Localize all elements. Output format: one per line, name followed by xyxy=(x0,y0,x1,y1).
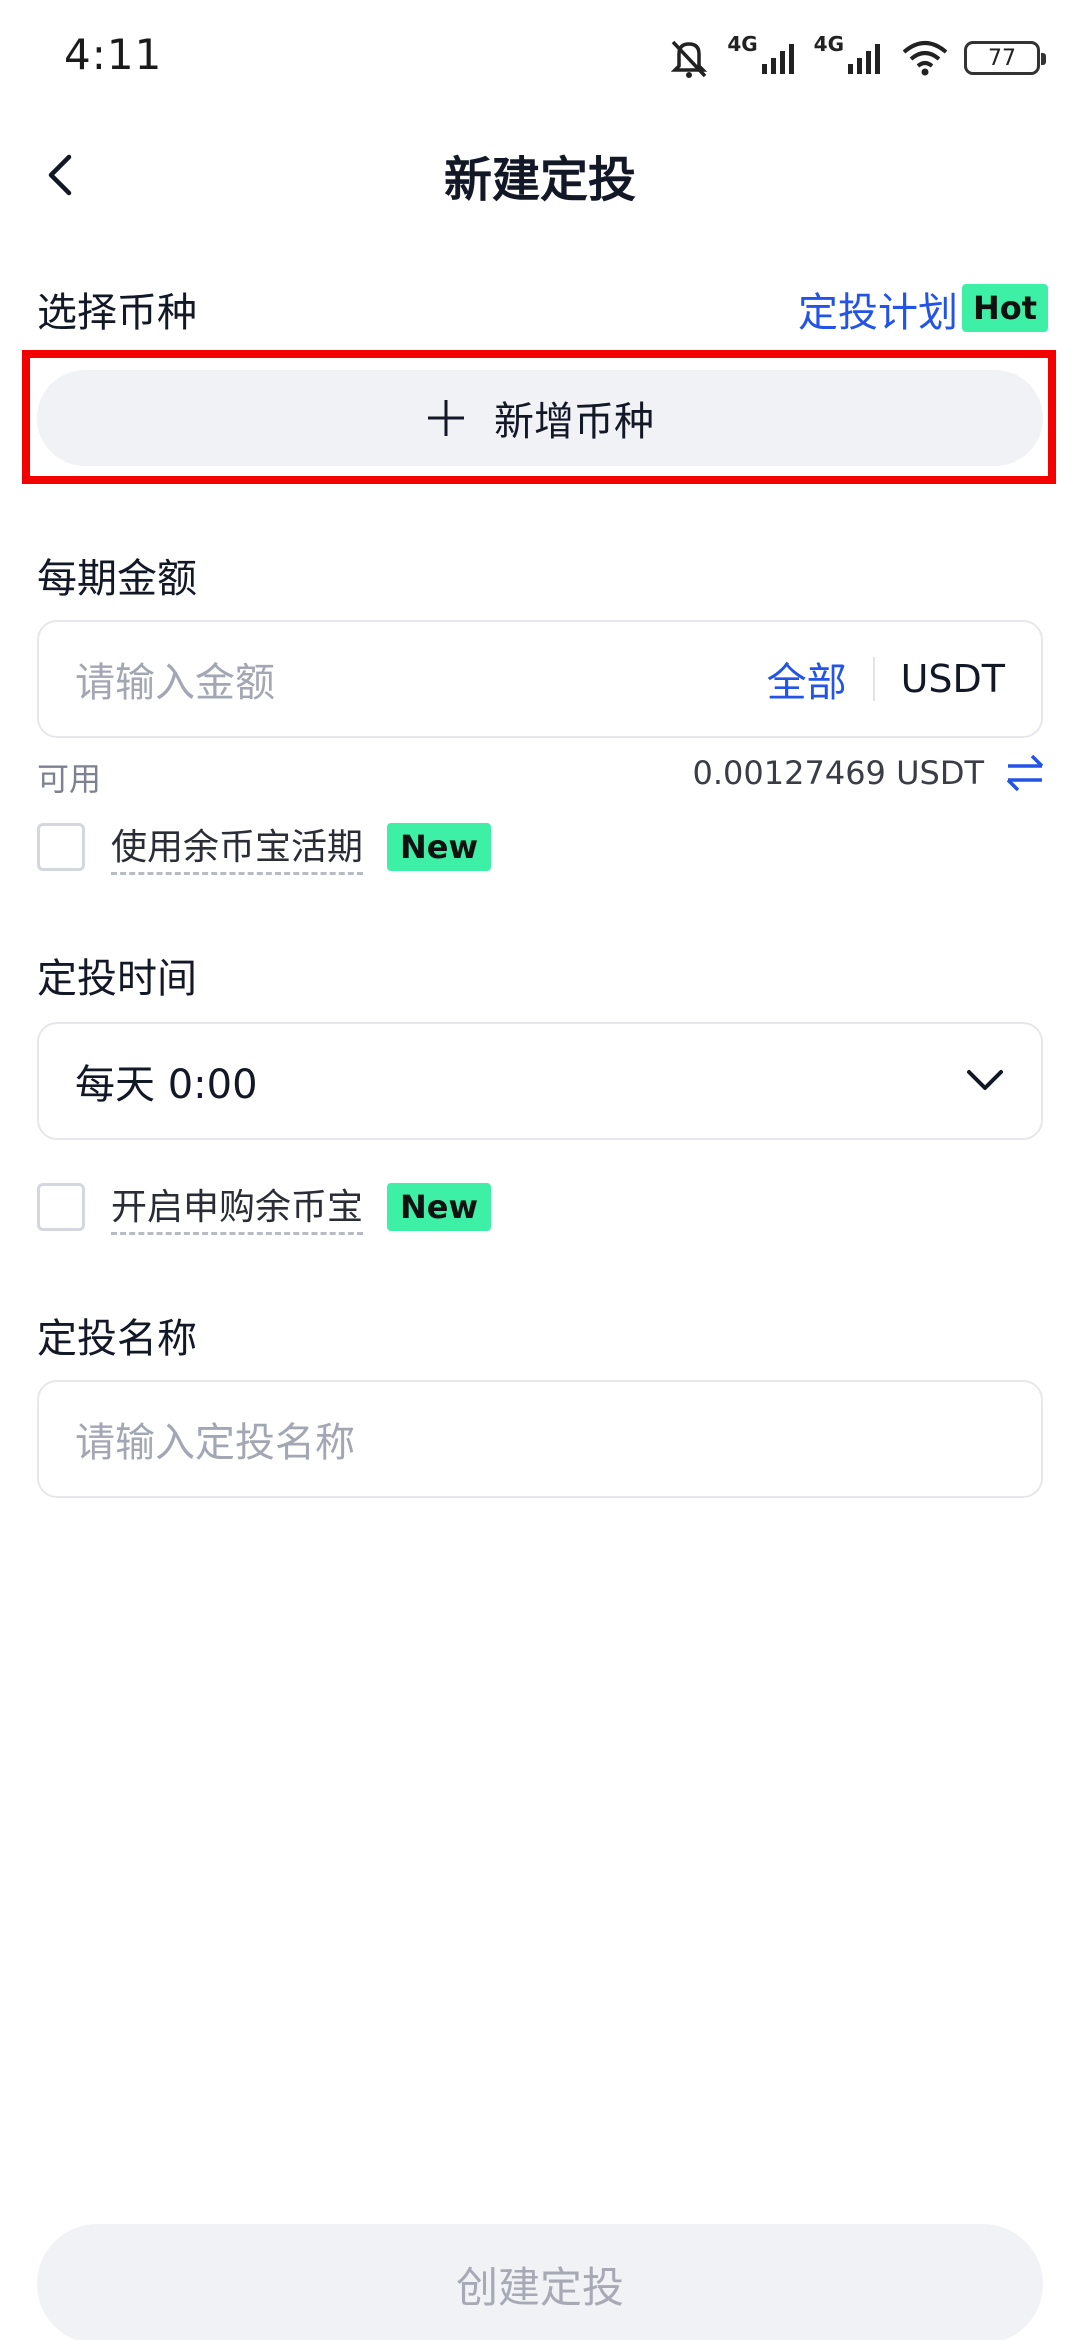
schedule-dropdown[interactable]: 每天 0:00 xyxy=(37,1022,1043,1140)
time-section-label: 定投时间 xyxy=(37,956,197,1002)
new-badge: New xyxy=(387,822,492,871)
subscribe-row[interactable]: 开启申购余币宝 New xyxy=(37,1178,492,1235)
divider xyxy=(872,657,875,701)
plan-name-placeholder: 请输入定投名称 xyxy=(75,1420,355,1466)
status-icons: 4G 4G 77 xyxy=(665,30,1046,86)
currency-label: USDT xyxy=(900,657,1005,701)
available-balance: 0.00127469 USDT xyxy=(692,754,985,792)
signal-icon-2 xyxy=(848,44,880,74)
battery-icon: 77 xyxy=(964,41,1046,75)
network-type-2: 4G xyxy=(813,32,844,56)
page-title: 新建定投 xyxy=(443,152,636,208)
hot-badge: Hot xyxy=(962,284,1048,332)
schedule-value: 每天 0:00 xyxy=(75,1062,258,1108)
use-savings-label: 使用余币宝活期 xyxy=(111,818,364,875)
wifi-icon xyxy=(902,41,948,76)
coin-section-label: 选择币种 xyxy=(37,290,197,336)
chevron-down-icon xyxy=(967,1070,1003,1090)
create-plan-button[interactable]: 创建定投 xyxy=(37,2224,1043,2340)
chevron-left-icon xyxy=(48,154,72,196)
status-time: 4:11 xyxy=(64,30,163,79)
all-button[interactable]: 全部 xyxy=(767,650,847,708)
available-label: 可用 xyxy=(37,760,102,798)
amount-input[interactable]: 请输入金额 全部 USDT xyxy=(37,620,1043,738)
new-badge-2: New xyxy=(387,1182,492,1231)
plan-name-input[interactable]: 请输入定投名称 xyxy=(37,1380,1043,1498)
swap-icon[interactable] xyxy=(1000,748,1050,798)
back-button[interactable] xyxy=(30,140,90,210)
battery-level: 77 xyxy=(988,45,1016,71)
signal-icon xyxy=(761,44,794,74)
subscribe-label: 开启申购余币宝 xyxy=(111,1178,364,1235)
subscribe-checkbox[interactable] xyxy=(37,1182,85,1231)
network-type-1: 4G xyxy=(727,32,758,56)
amount-section-label: 每期金额 xyxy=(37,556,197,602)
amount-placeholder: 请输入金额 xyxy=(75,660,275,706)
name-section-label: 定投名称 xyxy=(37,1316,197,1362)
plan-link[interactable]: 定投计划 xyxy=(798,280,958,338)
highlight-box xyxy=(22,350,1056,484)
mute-icon xyxy=(671,40,708,78)
use-savings-checkbox[interactable] xyxy=(37,822,85,871)
use-savings-row[interactable]: 使用余币宝活期 New xyxy=(37,818,492,875)
